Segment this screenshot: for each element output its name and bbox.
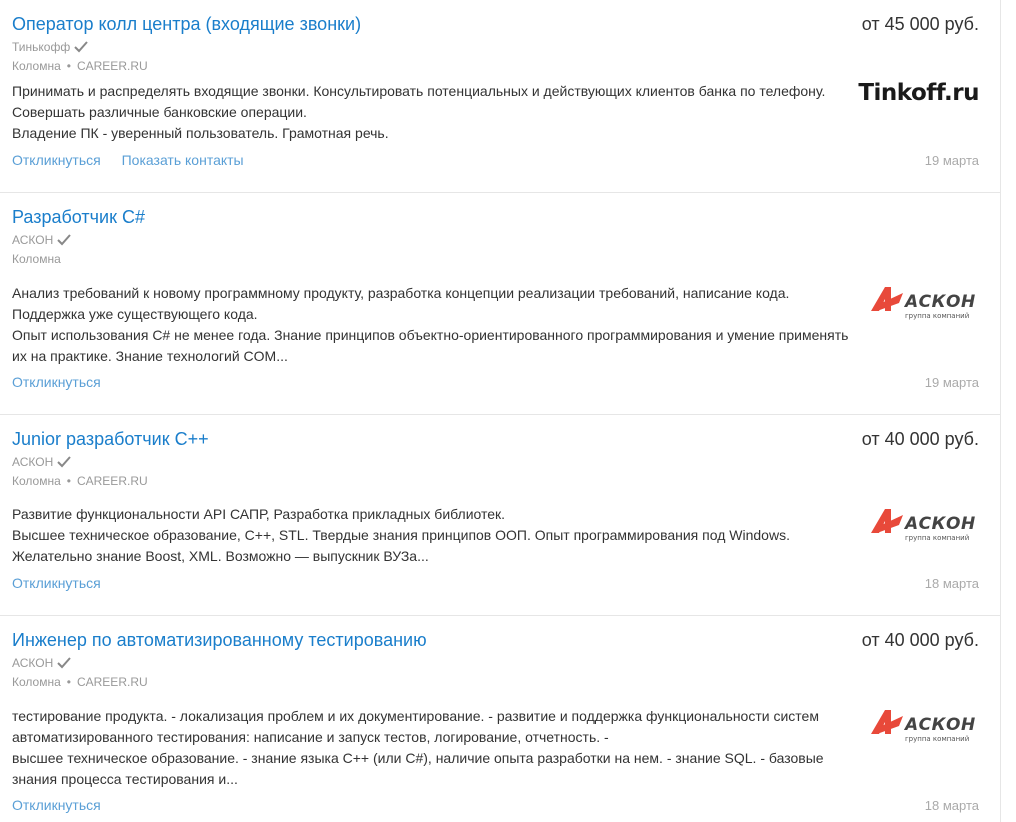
description-line: знания процесса тестирования и... (12, 771, 238, 787)
vacancy-description: Анализ требований к новому программному … (12, 283, 852, 367)
askon-logo-icon: АСКОН группа компаний (871, 287, 976, 320)
askon-logo-icon: АСКОН группа компаний (871, 710, 976, 743)
respond-button[interactable]: Откликнуться (12, 797, 101, 813)
company-logo-tinkoff: Tinkoff.ru (858, 80, 979, 106)
vacancy-actions: Откликнуться (12, 575, 118, 591)
location-source: Коломна (12, 252, 61, 266)
vacancy-actions: Откликнуться (12, 374, 118, 390)
description-line: Принимать и распределять входящие звонки… (12, 83, 826, 99)
svg-text:группа компаний: группа компаний (905, 534, 969, 542)
separator-dot: • (66, 474, 71, 488)
company-name: Тинькофф (12, 40, 71, 54)
company-row: АСКОН (12, 233, 72, 247)
source: CAREER.RU (76, 474, 148, 488)
vacancy-date: 18 марта (924, 798, 979, 813)
vacancy-salary: от 40 000 руб. (861, 429, 979, 449)
vacancy-title-link[interactable]: Разработчик C# (12, 207, 145, 228)
location-source: Коломна • CAREER.RU (12, 59, 148, 73)
company-logo-askon: АСКОН группа компаний (869, 283, 979, 325)
description-line: высшее техническое образование. - знание… (12, 750, 824, 766)
source: CAREER.RU (76, 59, 148, 73)
vacancy-card: Оператор колл центра (входящие звонки) о… (0, 0, 1000, 193)
description-line: автоматизированного тестирования: написа… (12, 729, 609, 745)
vacancy-description: Развитие функциональности API САПР, Разр… (12, 504, 852, 567)
svg-text:АСКОН: АСКОН (903, 715, 976, 735)
respond-button[interactable]: Откликнуться (12, 374, 101, 390)
company-row: АСКОН (12, 656, 72, 670)
vacancy-card: Разработчик C# АСКОН Коломна Анализ треб… (0, 193, 1000, 415)
respond-button[interactable]: Откликнуться (12, 152, 101, 168)
verified-check-icon (57, 657, 72, 669)
city: Коломна (12, 59, 61, 73)
separator-dot: • (66, 675, 71, 689)
description-line: Владение ПК - уверенный пользователь. Гр… (12, 125, 389, 141)
verified-check-icon (57, 456, 72, 468)
svg-text:группа компаний: группа компаний (905, 735, 969, 743)
description-line: Опыт использования C# не менее года. Зна… (12, 327, 849, 343)
verified-check-icon (57, 234, 72, 246)
city: Коломна (12, 474, 61, 488)
company-logo-askon: АСКОН группа компаний (869, 505, 979, 547)
vacancy-title-link[interactable]: Инженер по автоматизированному тестирова… (12, 630, 427, 651)
vacancy-title-link[interactable]: Junior разработчик C++ (12, 429, 209, 450)
verified-check-icon (74, 41, 88, 53)
svg-text:АСКОН: АСКОН (903, 514, 976, 534)
description-line: тестирование продукта. - локализация про… (12, 708, 819, 724)
company-logo-askon: АСКОН группа компаний (869, 706, 979, 748)
vacancy-card: Инженер по автоматизированному тестирова… (0, 616, 1000, 822)
vacancy-date: 18 марта (924, 576, 979, 591)
vacancy-description: Принимать и распределять входящие звонки… (12, 81, 852, 144)
vacancy-card: Junior разработчик C++ от 40 000 руб. АС… (0, 415, 1000, 616)
city: Коломна (12, 675, 61, 689)
source: CAREER.RU (76, 675, 148, 689)
company-row: Тинькофф (12, 40, 88, 54)
askon-logo-icon: АСКОН группа компаний (871, 509, 976, 542)
vacancy-salary: от 40 000 руб. (861, 630, 979, 650)
description-line: Анализ требований к новому программному … (12, 285, 790, 301)
company-row: АСКОН (12, 455, 72, 469)
vacancy-actions: Откликнуться Показать контакты (12, 152, 261, 168)
description-line: Развитие функциональности API САПР, Разр… (12, 506, 506, 522)
vacancy-list: Оператор колл центра (входящие звонки) о… (0, 0, 1001, 822)
svg-text:группа компаний: группа компаний (905, 312, 969, 320)
company-name: АСКОН (12, 455, 54, 469)
company-name: АСКОН (12, 656, 54, 670)
respond-button[interactable]: Откликнуться (12, 575, 101, 591)
vacancy-actions: Откликнуться (12, 797, 118, 813)
city: Коломна (12, 252, 61, 266)
vacancy-description: тестирование продукта. - локализация про… (12, 706, 852, 790)
svg-text:АСКОН: АСКОН (903, 292, 976, 312)
description-line: Совершать различные банковские операции. (12, 104, 307, 120)
location-source: Коломна • CAREER.RU (12, 675, 148, 689)
vacancy-salary: от 45 000 руб. (861, 14, 979, 34)
show-contacts-button[interactable]: Показать контакты (122, 152, 244, 168)
description-line: Желательно знание Boost, XML. Возможно —… (12, 548, 429, 564)
separator-dot: • (66, 59, 71, 73)
vacancy-date: 19 марта (924, 375, 979, 390)
vacancy-title-link[interactable]: Оператор колл центра (входящие звонки) (12, 14, 361, 35)
description-line: Поддержка уже существующего кода. (12, 306, 258, 322)
vacancy-date: 19 марта (924, 153, 979, 168)
location-source: Коломна • CAREER.RU (12, 474, 148, 488)
description-line: Высшее техническое образование, C++, STL… (12, 527, 790, 543)
description-line: их на практике. Знание технологий COM... (12, 348, 288, 364)
company-name: АСКОН (12, 233, 54, 247)
